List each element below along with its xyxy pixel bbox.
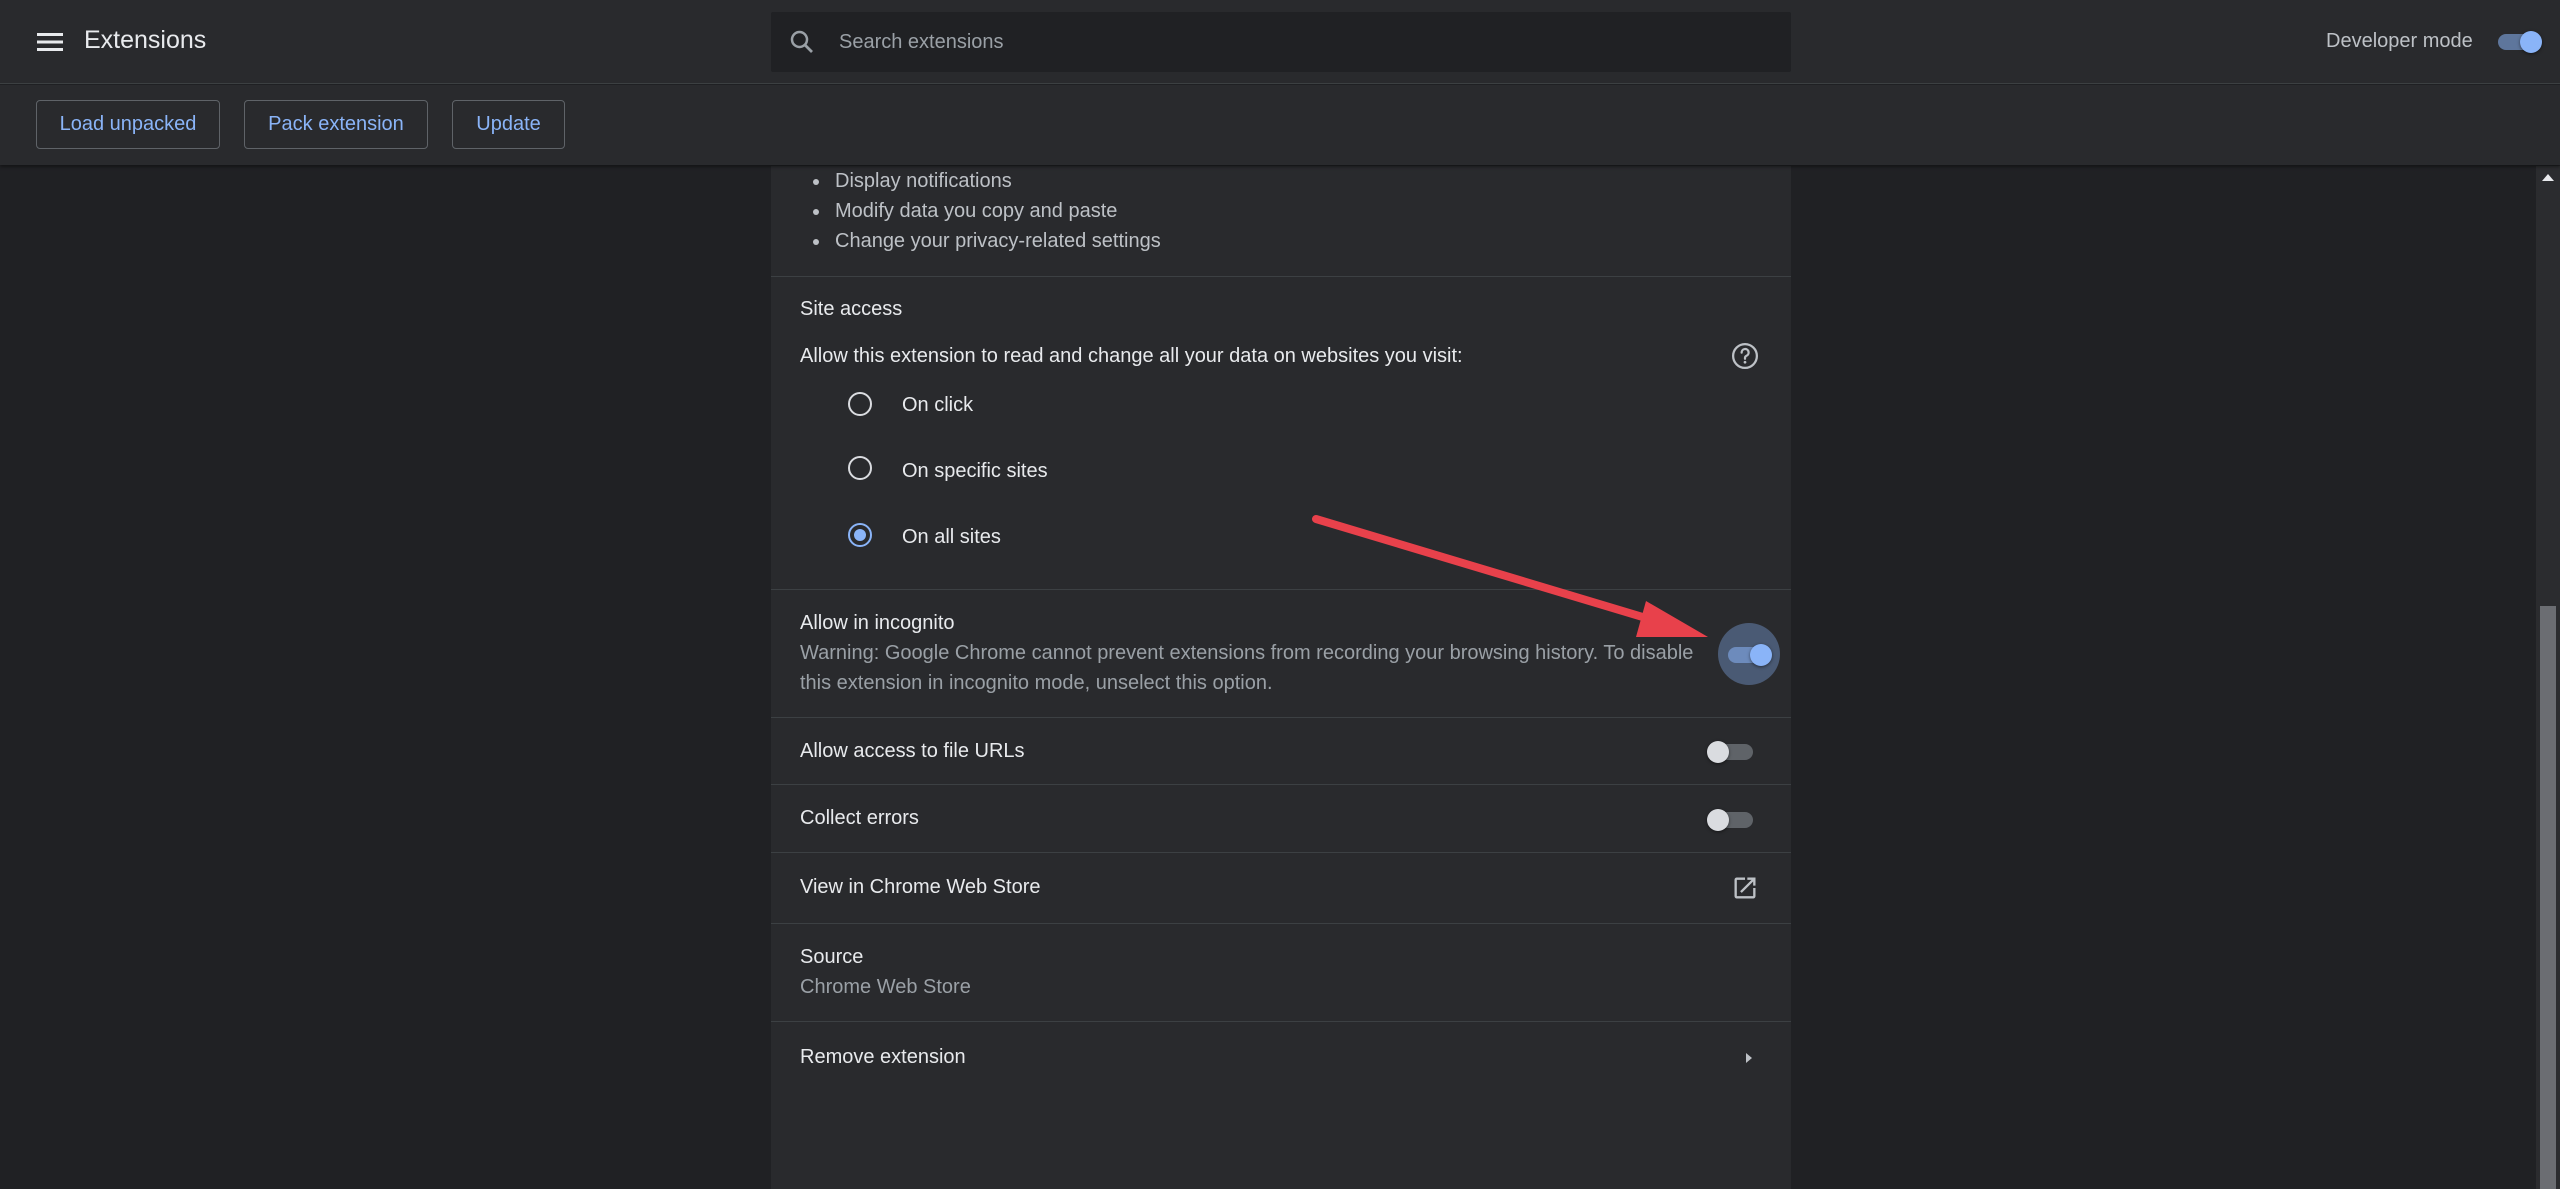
remove-extension-link[interactable]: Remove extension: [800, 1046, 966, 1069]
external-link-icon[interactable]: [1731, 874, 1759, 902]
collect-errors-toggle[interactable]: [1707, 803, 1757, 835]
radio-label-on-click[interactable]: On click: [902, 394, 973, 417]
scrollbar-thumb[interactable]: [2540, 606, 2556, 1189]
incognito-warning-line-1: Warning: Google Chrome cannot prevent ex…: [800, 642, 1694, 664]
list-item: Modify data you copy and paste: [807, 196, 1161, 226]
toggle-knob: [2520, 31, 2542, 53]
list-item: Display notifications: [807, 166, 1161, 196]
divider: [771, 852, 1791, 853]
pack-extension-button[interactable]: Pack extension: [244, 100, 428, 149]
source-value: Chrome Web Store: [800, 976, 971, 998]
collect-errors-label: Collect errors: [800, 807, 919, 829]
developer-mode-label: Developer mode: [2326, 30, 2473, 52]
search-input[interactable]: [839, 12, 1769, 72]
permissions-list: Display notifications Modify data you co…: [807, 166, 1161, 256]
divider: [771, 923, 1791, 924]
search-box[interactable]: [771, 12, 1791, 72]
incognito-warning-line-2: this extension in incognito mode, unsele…: [800, 672, 1273, 694]
help-icon[interactable]: [1730, 341, 1760, 371]
developer-toolbar: Load unpacked Pack extension Update: [0, 85, 2560, 165]
radio-on-all-sites[interactable]: [848, 523, 872, 547]
allow-file-urls-toggle[interactable]: [1707, 735, 1757, 767]
divider: [771, 1021, 1791, 1022]
web-store-link[interactable]: View in Chrome Web Store: [800, 876, 1040, 899]
allow-incognito-toggle[interactable]: [1724, 638, 1774, 670]
divider: [771, 717, 1791, 718]
update-button[interactable]: Update: [452, 100, 565, 149]
search-icon: [790, 30, 813, 53]
toggle-knob: [1707, 741, 1729, 763]
radio-on-specific-sites[interactable]: [848, 456, 872, 480]
page-title: Extensions: [84, 26, 207, 54]
divider: [771, 589, 1791, 590]
chevron-right-icon[interactable]: [1741, 1048, 1757, 1068]
page-scrollbar[interactable]: [2536, 166, 2560, 1189]
divider: [771, 276, 1791, 277]
developer-mode-toggle[interactable]: [2494, 25, 2544, 57]
radio-label-on-all-sites[interactable]: On all sites: [902, 526, 1001, 549]
incognito-label: Allow in incognito: [800, 612, 955, 634]
list-item: Change your privacy-related settings: [807, 226, 1161, 256]
load-unpacked-button[interactable]: Load unpacked: [36, 100, 220, 149]
toggle-knob: [1707, 809, 1729, 831]
site-access-description: Allow this extension to read and change …: [800, 345, 1463, 367]
scroll-up-arrow-icon[interactable]: [2542, 174, 2554, 181]
extension-details-card: Display notifications Modify data you co…: [771, 166, 1791, 1189]
source-label: Source: [800, 946, 864, 968]
radio-label-on-specific-sites[interactable]: On specific sites: [902, 460, 1048, 483]
site-access-heading: Site access: [800, 298, 903, 320]
divider: [771, 784, 1791, 785]
toggle-knob: [1750, 644, 1772, 666]
hamburger-menu-icon: [37, 33, 63, 51]
menu-button[interactable]: [28, 22, 72, 62]
radio-on-click[interactable]: [848, 392, 872, 416]
file-urls-label: Allow access to file URLs: [800, 740, 1025, 762]
top-header: Extensions Developer mode: [0, 0, 2560, 84]
